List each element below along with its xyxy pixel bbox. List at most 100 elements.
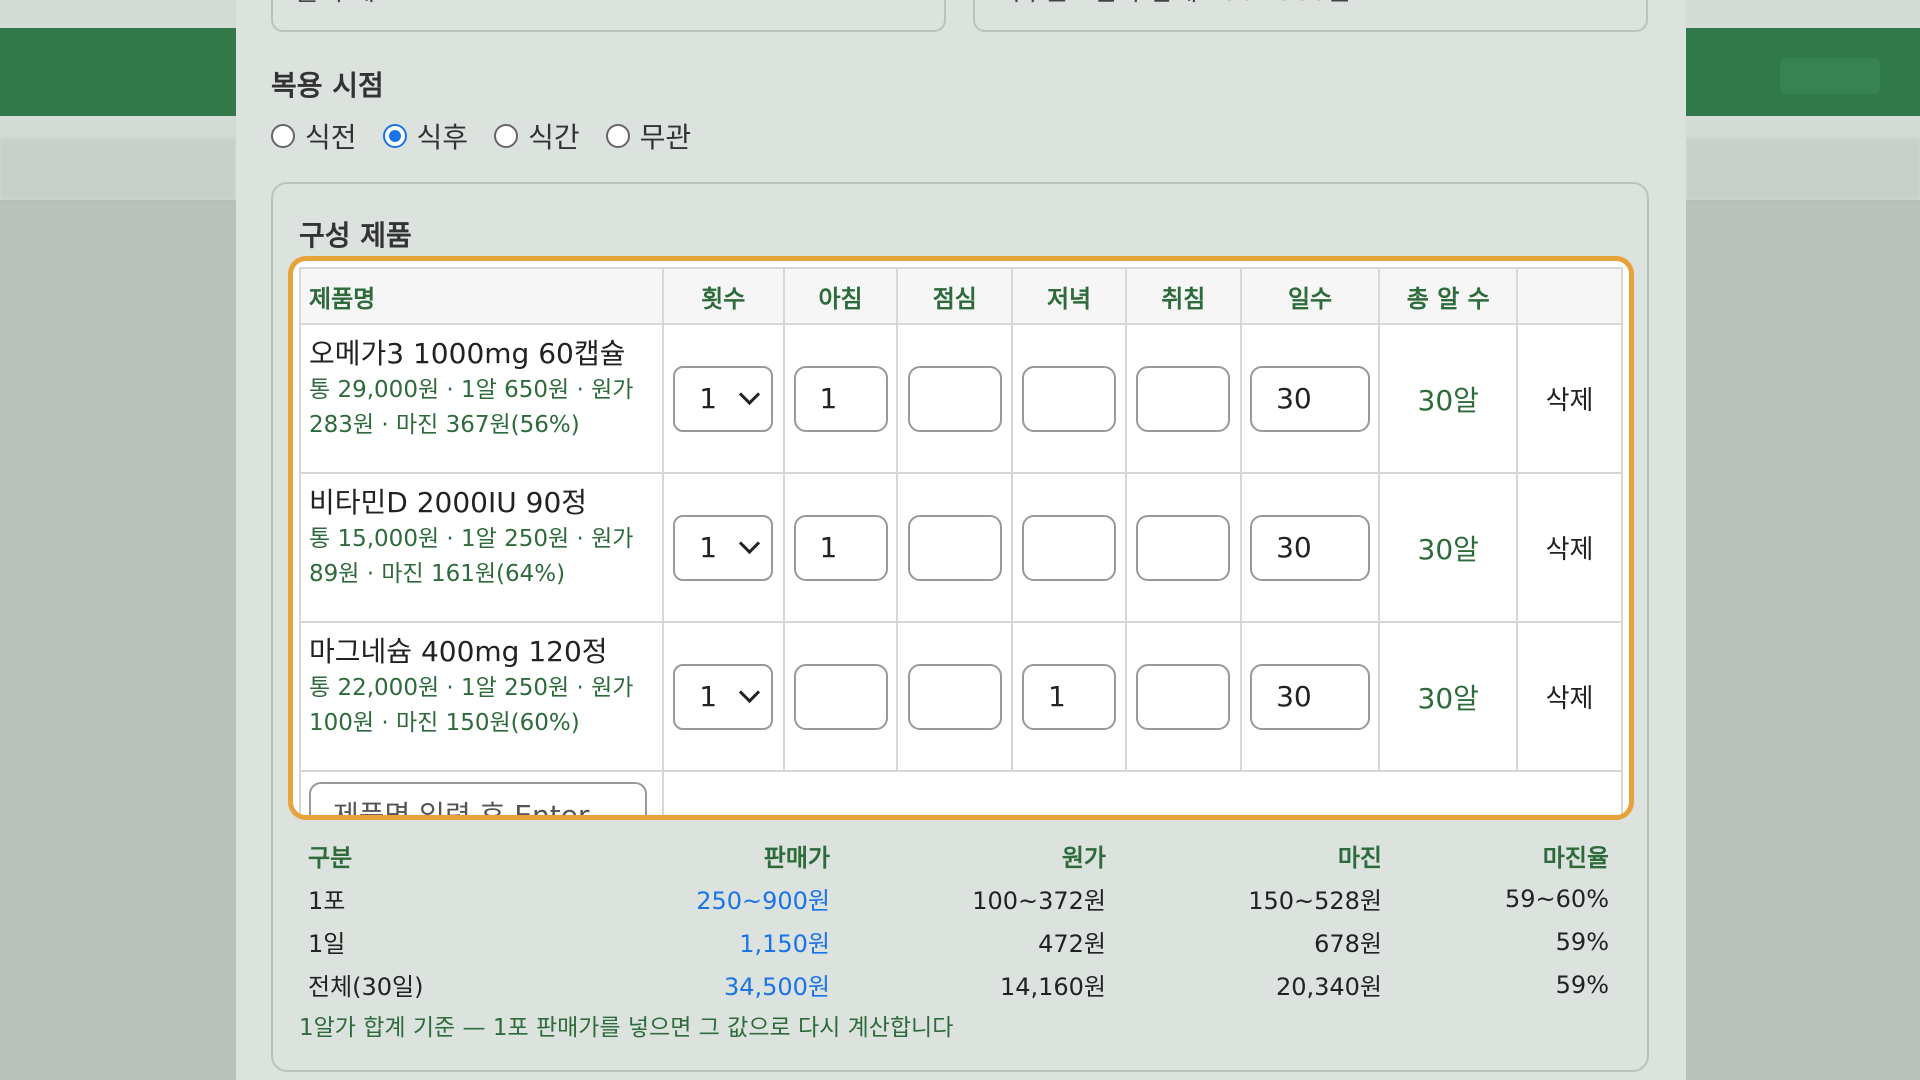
total-cell: 30알 xyxy=(1378,621,1519,772)
price-range-field[interactable]: 비우는 1알가 합계 250~900원 xyxy=(973,0,1648,32)
delete-button[interactable]: 삭제 xyxy=(1546,535,1594,565)
summary-header-row: 구분 판매가 원가 마진 마진율 xyxy=(308,834,1633,877)
summary-sale-price[interactable]: 34,500원 xyxy=(528,967,830,1002)
morning-cell: 1 xyxy=(782,323,899,474)
radio-icon[interactable] xyxy=(271,124,295,148)
timing-label: 복용 시점 xyxy=(271,69,384,102)
product-name: 오메가3 1000mg 60캡슐 xyxy=(309,337,626,370)
summary-header: 판매가 xyxy=(763,844,830,872)
lunch-input[interactable] xyxy=(907,365,1002,432)
summary-label: 전체(30일) xyxy=(308,973,424,1001)
col-header-bedtime: 취침 xyxy=(1124,267,1242,325)
summary-header: 원가 xyxy=(1061,844,1106,872)
frequency-value: 1 xyxy=(699,531,718,564)
bedtime-input[interactable] xyxy=(1136,663,1231,730)
frequency-cell: 1 xyxy=(661,472,785,623)
lunch-cell xyxy=(896,472,1014,623)
radio-icon[interactable] xyxy=(494,124,519,148)
timing-option-any[interactable]: 무관 xyxy=(605,116,691,156)
timing-option-label: 식전 xyxy=(305,121,357,154)
product-name: 비타민D 2000IU 90정 xyxy=(309,486,588,519)
set-name-field[interactable]: 블랙 제트 xyxy=(271,0,946,32)
col-header-frequency: 횟수 xyxy=(661,267,785,325)
background-row-right xyxy=(1686,138,1920,200)
lunch-cell xyxy=(896,621,1014,772)
days-cell: 30 xyxy=(1239,621,1381,772)
background-row-left xyxy=(0,138,236,200)
timing-option-label: 식간 xyxy=(528,121,580,154)
summary-header: 마진 xyxy=(1337,844,1382,872)
timing-option-label: 식후 xyxy=(416,121,469,154)
morning-input[interactable]: 1 xyxy=(793,365,888,432)
col-header-total: 총 알 수 xyxy=(1378,267,1519,325)
dinner-input[interactable] xyxy=(1022,514,1117,581)
radio-icon[interactable] xyxy=(605,124,630,148)
col-header-days: 일수 xyxy=(1239,267,1381,325)
days-input[interactable]: 30 xyxy=(1250,663,1371,730)
total-cell: 30알 xyxy=(1378,323,1519,474)
bedtime-input[interactable] xyxy=(1136,514,1231,581)
days-input[interactable]: 30 xyxy=(1250,365,1371,432)
days-input[interactable]: 30 xyxy=(1250,514,1371,581)
delete-button[interactable]: 삭제 xyxy=(1546,386,1594,416)
product-meta: 통 29,000원 · 1알 650원 · 원가 xyxy=(309,377,634,403)
frequency-select[interactable]: 1 xyxy=(673,514,774,581)
actions-cell: 삭제 xyxy=(1516,472,1623,623)
timing-option-after-meal[interactable]: 식후 xyxy=(382,116,469,156)
delete-button[interactable]: 삭제 xyxy=(1546,684,1594,714)
frequency-value: 1 xyxy=(699,382,718,415)
morning-cell xyxy=(782,621,899,772)
days-cell: 30 xyxy=(1239,323,1381,474)
frequency-cell: 1 xyxy=(661,621,785,772)
bedtime-input[interactable] xyxy=(1136,365,1231,432)
total-pills: 30알 xyxy=(1417,532,1479,566)
morning-input[interactable] xyxy=(793,663,888,730)
days-cell: 30 xyxy=(1239,472,1381,623)
chevron-down-icon xyxy=(739,532,761,555)
lunch-input[interactable] xyxy=(907,663,1002,730)
background-overlay-left xyxy=(0,200,236,1080)
lunch-cell xyxy=(896,323,1014,474)
dinner-input[interactable] xyxy=(1022,365,1117,432)
timing-option-between-meals[interactable]: 식간 xyxy=(494,116,580,156)
col-header-product: 제품명 xyxy=(299,267,664,325)
product-meta: 283원 · 마진 367원(56%) xyxy=(309,412,580,438)
summary-note: 1알가 합계 기준 — 1포 판매가를 넣으면 그 값으로 다시 계산합니다 xyxy=(299,1015,954,1041)
products-title: 구성 제품 xyxy=(299,219,412,252)
bedtime-cell xyxy=(1124,323,1242,474)
add-product-input[interactable]: 제품명 입력 후 Enter xyxy=(309,781,647,815)
summary-sale-price[interactable]: 1,150원 xyxy=(528,924,830,959)
col-header-actions xyxy=(1516,267,1623,325)
morning-input[interactable]: 1 xyxy=(793,514,888,581)
frequency-select[interactable]: 1 xyxy=(673,365,774,432)
product-set-modal: 블랙 제트 비우는 1알가 합계 250~900원 복용 시점 식전 식후 식간… xyxy=(236,0,1686,1080)
total-cell: 30알 xyxy=(1378,472,1519,623)
lunch-input[interactable] xyxy=(907,514,1002,581)
price-summary-table: 구분 판매가 원가 마진 마진율 1포 250~900원 100~372원 15… xyxy=(308,834,1633,1006)
dinner-input[interactable]: 1 xyxy=(1022,663,1117,730)
background-header-button xyxy=(1780,58,1880,94)
summary-header: 마진율 xyxy=(1542,844,1609,872)
add-product-cell: 제품명 입력 후 Enter xyxy=(299,770,664,815)
chevron-down-icon xyxy=(739,383,761,406)
summary-label: 1일 xyxy=(308,930,346,958)
bedtime-cell xyxy=(1124,472,1242,623)
summary-sale-price[interactable]: 250~900원 xyxy=(528,881,830,916)
table-row: 오메가3 1000mg 60캡슐 통 29,000원 · 1알 650원 · 원… xyxy=(299,323,1623,474)
frequency-select[interactable]: 1 xyxy=(673,663,774,730)
col-header-lunch: 점심 xyxy=(896,267,1014,325)
product-meta: 통 15,000원 · 1알 250원 · 원가 xyxy=(309,526,634,552)
dinner-cell xyxy=(1011,472,1127,623)
product-meta: 89원 · 마진 161원(64%) xyxy=(309,561,566,587)
product-cell: 마그네슘 400mg 120정 통 22,000원 · 1알 250원 · 원가… xyxy=(299,621,664,772)
summary-header: 구분 xyxy=(308,844,353,872)
summary-cost: 472원 xyxy=(1038,930,1106,958)
summary-row: 1일 1,150원 472원 678원 59% xyxy=(308,920,1633,963)
timing-option-before-meal[interactable]: 식전 xyxy=(271,116,357,156)
col-header-dinner: 저녁 xyxy=(1011,267,1127,325)
summary-margin-rate: 59~60% xyxy=(1505,884,1609,913)
add-product-row: 제품명 입력 후 Enter xyxy=(299,770,1624,815)
frequency-value: 1 xyxy=(699,680,718,713)
radio-checked-icon[interactable] xyxy=(382,124,407,148)
total-pills: 30알 xyxy=(1417,383,1479,417)
